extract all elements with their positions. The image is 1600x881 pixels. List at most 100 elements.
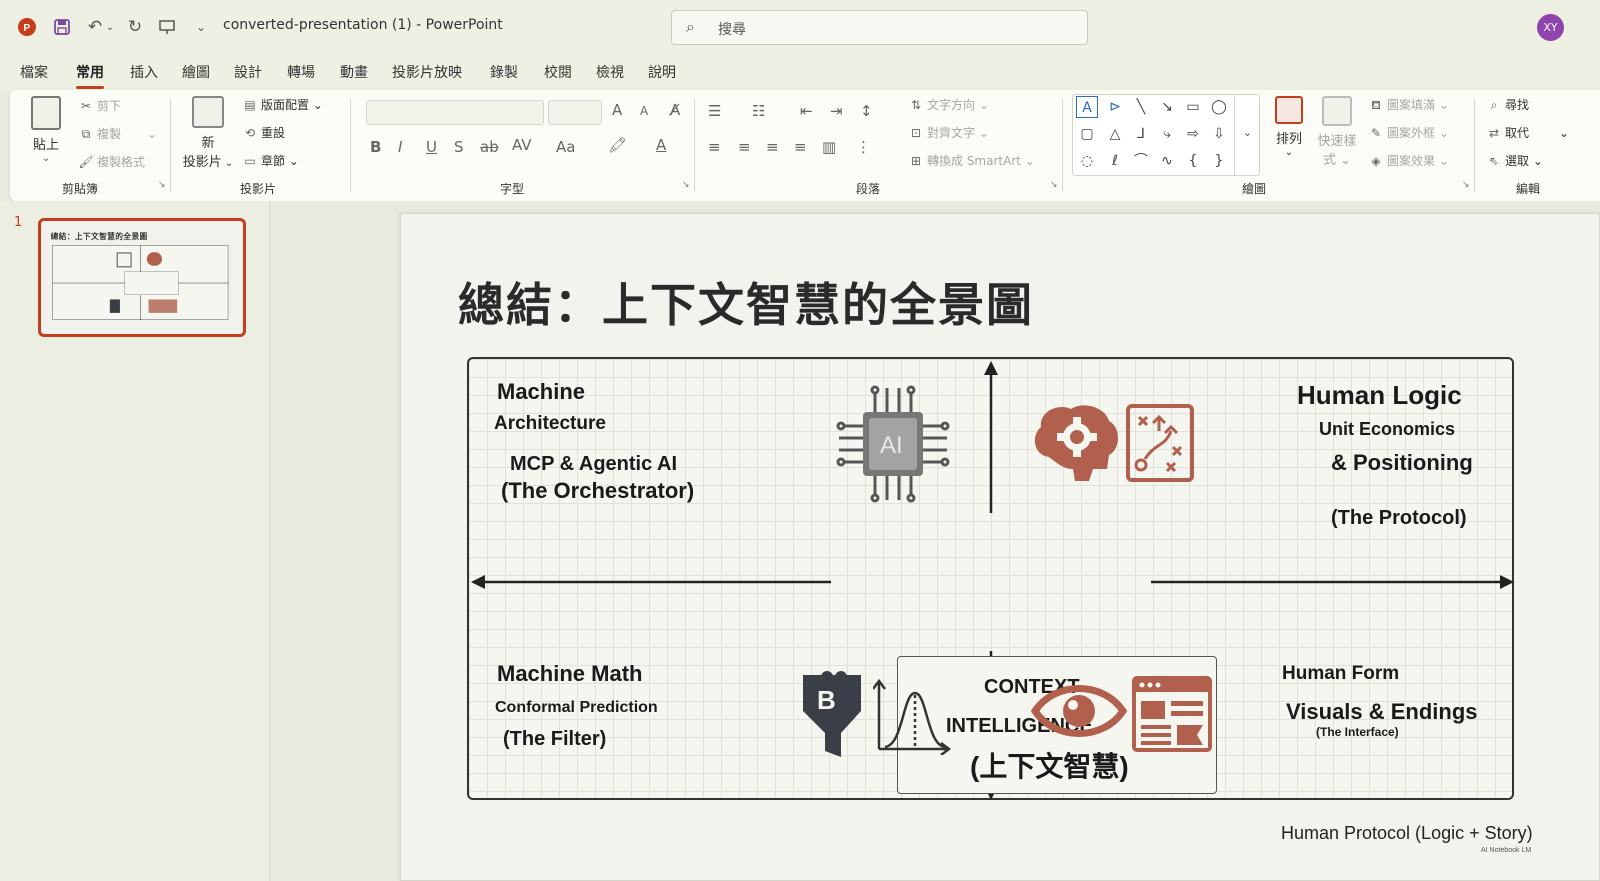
rounded-rect-shape-icon[interactable]: ▢ bbox=[1076, 123, 1098, 145]
replace-label: 取代 bbox=[1505, 126, 1530, 140]
slide-title[interactable]: 總結：上下文智慧的全景圖 bbox=[458, 269, 1034, 335]
elbow-connector-icon[interactable]: ⅃ bbox=[1130, 123, 1152, 145]
section-button[interactable]: ▭ 章節 ⌄ bbox=[242, 152, 299, 169]
customize-toolbar-icon[interactable]: ⌄ bbox=[188, 14, 214, 40]
paste-button[interactable]: 貼上 ⌄ bbox=[26, 96, 66, 164]
textbox-shape-icon[interactable]: A bbox=[1076, 96, 1098, 118]
gallery-more-icon[interactable]: ⌄ bbox=[1234, 94, 1260, 176]
shape-outline-button[interactable]: ✎ 圖案外框 ⌄ bbox=[1368, 124, 1449, 141]
copy-icon: ⧉ bbox=[81, 127, 91, 141]
tab-slideshow[interactable]: 投影片放映 bbox=[392, 62, 462, 82]
left-brace-shape-icon[interactable]: { bbox=[1182, 150, 1204, 172]
arc-shape-icon[interactable]: ⌒ bbox=[1130, 150, 1152, 172]
clear-format-icon[interactable]: A̸ bbox=[670, 101, 680, 119]
reset-button[interactable]: ⟲ 重設 bbox=[242, 124, 285, 141]
tab-help[interactable]: 說明 bbox=[648, 62, 676, 82]
layout-button[interactable]: ▤ 版面配置 ⌄ bbox=[242, 96, 323, 113]
quadrant-diagram[interactable]: Machine Architecture MCP & Agentic AI (T… bbox=[467, 357, 1514, 800]
tab-view[interactable]: 檢視 bbox=[596, 62, 624, 82]
slide-thumbnail[interactable]: 總結：上下文智慧的全景圖 bbox=[38, 218, 246, 337]
shadow-button[interactable]: S bbox=[454, 138, 464, 156]
tl-heading: Machine bbox=[497, 379, 586, 404]
thumbnail-eye-icon bbox=[148, 299, 178, 313]
thumbnail-preview: 總結：上下文智慧的全景圖 bbox=[41, 221, 243, 333]
save-icon[interactable] bbox=[49, 14, 75, 40]
copy-button[interactable]: ⧉ 複製 ⌄ bbox=[78, 125, 157, 142]
select-button[interactable]: ⇖ 選取 ⌄ bbox=[1486, 152, 1543, 169]
freeform-shape-icon[interactable]: ◌ bbox=[1076, 150, 1098, 172]
new-slide-button[interactable]: 新 投影片 ⌄ bbox=[182, 96, 234, 170]
increase-indent-icon[interactable]: ⇥ bbox=[830, 102, 843, 120]
search-box[interactable]: ⌕ 搜尋 bbox=[671, 10, 1088, 45]
column-options-icon[interactable]: ⋮ bbox=[856, 138, 871, 156]
redo-icon[interactable]: ↻ bbox=[122, 14, 148, 40]
replace-button[interactable]: ⇄ 取代 ⌄ bbox=[1486, 124, 1569, 141]
rectangle-shape-icon[interactable]: ▭ bbox=[1182, 96, 1204, 118]
text-direction-button[interactable]: ⇅ 文字方向 ⌄ bbox=[908, 96, 989, 113]
tab-draw[interactable]: 繪圖 bbox=[182, 62, 210, 82]
tab-insert[interactable]: 插入 bbox=[130, 62, 158, 82]
tab-review[interactable]: 校閱 bbox=[544, 62, 572, 82]
change-case-button[interactable]: Aa bbox=[556, 138, 575, 156]
cut-button[interactable]: ✂ 剪下 bbox=[78, 97, 121, 114]
font-name-combo[interactable] bbox=[366, 100, 544, 125]
line-spacing-icon[interactable]: ↕ bbox=[860, 102, 873, 120]
tab-file[interactable]: 檔案 bbox=[20, 62, 48, 82]
numbering-icon[interactable]: ☷ bbox=[752, 102, 765, 120]
italic-button[interactable]: I bbox=[398, 138, 402, 156]
font-launcher-icon[interactable]: ↘ bbox=[682, 180, 690, 190]
group-label-clipboard: 剪貼簿 bbox=[62, 182, 99, 196]
right-brace-shape-icon[interactable]: } bbox=[1208, 150, 1230, 172]
bold-button[interactable]: B bbox=[370, 138, 381, 156]
oval-shape-icon[interactable]: ◯ bbox=[1208, 96, 1230, 118]
character-spacing-button[interactable]: AV bbox=[512, 136, 532, 154]
avatar[interactable]: XY bbox=[1537, 14, 1564, 41]
justify-icon[interactable]: ≡ bbox=[794, 138, 807, 156]
tab-design[interactable]: 設計 bbox=[234, 62, 262, 82]
font-size-combo[interactable] bbox=[548, 100, 602, 125]
paragraph-launcher-icon[interactable]: ↘ bbox=[1050, 180, 1058, 190]
clipboard-launcher-icon[interactable]: ↘ bbox=[158, 180, 166, 190]
font-color-button[interactable]: A bbox=[656, 136, 666, 154]
tab-animations[interactable]: 動畫 bbox=[340, 62, 368, 82]
scribble-shape-icon[interactable]: ℓ bbox=[1104, 150, 1126, 172]
drawing-launcher-icon[interactable]: ↘ bbox=[1462, 180, 1470, 190]
columns-icon[interactable]: ▥ bbox=[822, 138, 836, 156]
tab-record[interactable]: 錄製 bbox=[490, 62, 518, 82]
tl-subheading: Architecture bbox=[494, 413, 606, 434]
decrease-indent-icon[interactable]: ⇤ bbox=[800, 102, 813, 120]
arrow-line-shape-icon[interactable]: ↘ bbox=[1156, 96, 1178, 118]
align-left-icon[interactable]: ≡ bbox=[708, 138, 721, 156]
present-icon[interactable] bbox=[154, 14, 180, 40]
strikethrough-button[interactable]: ab bbox=[480, 138, 499, 156]
triangle-shape-icon[interactable]: △ bbox=[1104, 123, 1126, 145]
tab-home[interactable]: 常用 bbox=[76, 62, 104, 89]
vertical-textbox-shape-icon[interactable]: ⊳ bbox=[1104, 96, 1126, 118]
underline-button[interactable]: U bbox=[426, 138, 437, 156]
shape-effects-button[interactable]: ◈ 圖案效果 ⌄ bbox=[1368, 152, 1449, 169]
slide[interactable]: 總結：上下文智慧的全景圖 Machine Architecture MCP & … bbox=[400, 213, 1600, 881]
align-center-icon[interactable]: ≡ bbox=[738, 138, 751, 156]
find-button[interactable]: ⌕ 尋找 bbox=[1486, 96, 1529, 113]
undo-dropdown-icon[interactable]: ⌄ bbox=[104, 14, 116, 40]
format-painter-button[interactable]: 🖌 複製格式 bbox=[78, 153, 145, 170]
bullets-icon[interactable]: ☰ bbox=[708, 102, 721, 120]
eye-icon bbox=[1031, 685, 1127, 737]
grow-font-icon[interactable]: A bbox=[612, 101, 622, 119]
line-shape-icon[interactable]: ╲ bbox=[1130, 96, 1152, 118]
elbow-arrow-connector-icon[interactable]: ⤷ bbox=[1156, 123, 1178, 145]
right-arrow-shape-icon[interactable]: ⇨ bbox=[1182, 123, 1204, 145]
strategy-board-icon bbox=[1126, 404, 1194, 482]
align-right-icon[interactable]: ≡ bbox=[766, 138, 779, 156]
highlight-icon[interactable]: 🖍 bbox=[608, 136, 627, 154]
shrink-font-icon[interactable]: A bbox=[640, 104, 648, 118]
down-arrow-shape-icon[interactable]: ⇩ bbox=[1208, 123, 1230, 145]
quick-styles-button[interactable]: 快速樣 式 ⌄ bbox=[1314, 96, 1360, 168]
arrange-button[interactable]: 排列 ⌄ bbox=[1272, 96, 1306, 158]
tab-transitions[interactable]: 轉場 bbox=[287, 62, 315, 82]
shape-fill-button[interactable]: ⛾ 圖案填滿 ⌄ bbox=[1368, 96, 1449, 114]
section-label: 章節 bbox=[261, 154, 286, 168]
curve-shape-icon[interactable]: ∿ bbox=[1156, 150, 1178, 172]
align-text-button[interactable]: ⊡ 對齊文字 ⌄ bbox=[908, 124, 989, 141]
smartart-button[interactable]: ⊞ 轉換成 SmartArt ⌄ bbox=[908, 152, 1035, 169]
